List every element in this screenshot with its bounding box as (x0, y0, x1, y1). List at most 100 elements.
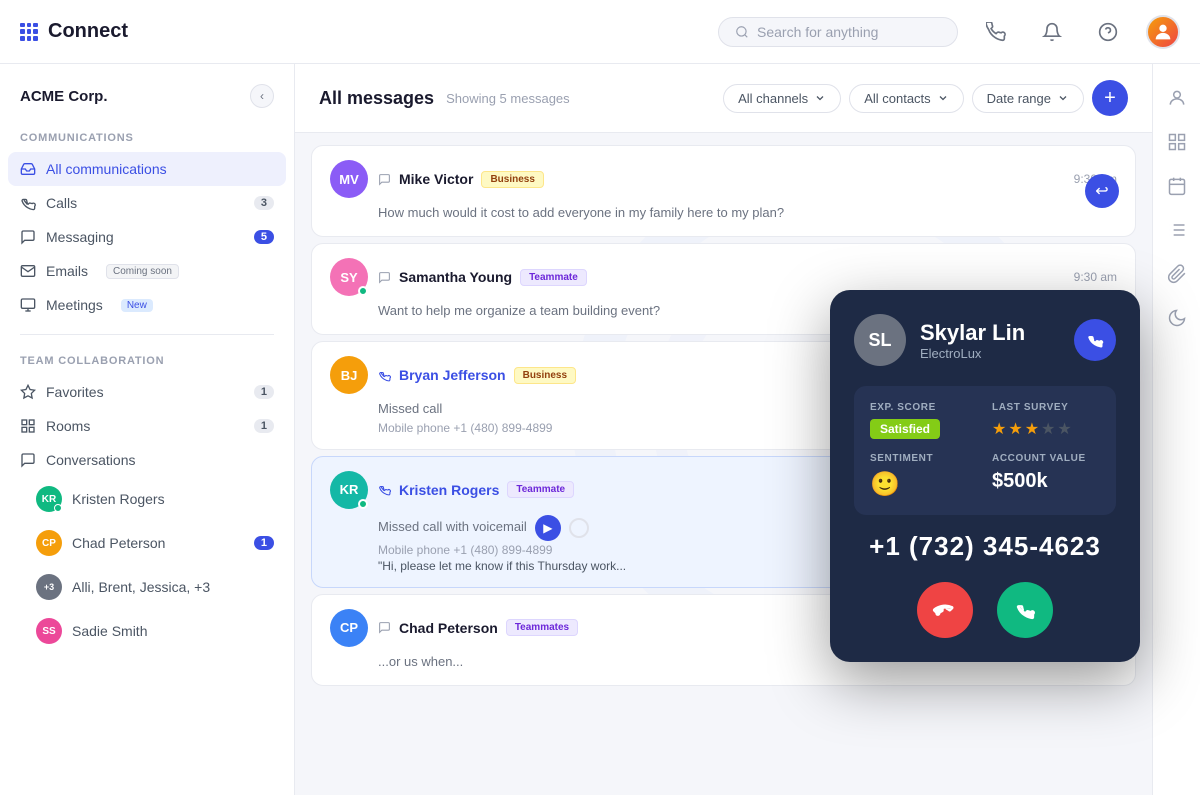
sidebar-item-rooms[interactable]: Rooms 1 (0, 409, 294, 443)
accept-call-button[interactable] (997, 582, 1053, 638)
mike-victor-name: Mike Victor Business (378, 171, 544, 188)
sidebar-item-meetings[interactable]: Meetings New (0, 288, 294, 322)
calls-badge: 3 (254, 196, 274, 210)
meetings-label: Meetings (46, 297, 103, 313)
sidebar-conversations-header: Conversations (0, 443, 294, 477)
sadie-label: Sadie Smith (72, 623, 147, 639)
chad-msg-name: Chad Peterson Teammates (378, 619, 578, 636)
call-popup-info: Skylar Lin ElectroLux (920, 320, 1025, 361)
app-title: Connect (48, 20, 128, 43)
message-channel-icon2 (378, 271, 391, 284)
filter-all-channels-label: All channels (738, 91, 808, 106)
bell-icon-btn[interactable] (1034, 14, 1070, 50)
filter-all-channels[interactable]: All channels (723, 84, 841, 113)
chad-tag: Teammates (506, 619, 578, 636)
samantha-time: 9:30 am (1074, 270, 1117, 284)
call-actions (854, 582, 1116, 638)
conversations-label: Conversations (46, 452, 136, 468)
chevron-down-icon3 (1057, 92, 1069, 104)
help-icon-btn[interactable] (1090, 14, 1126, 50)
samantha-tag: Teammate (520, 269, 587, 286)
rail-person-icon[interactable] (1159, 80, 1195, 116)
icon-rail (1152, 64, 1200, 795)
online-dot (358, 286, 368, 296)
search-bar[interactable]: Search for anything (718, 17, 958, 47)
star-rating: ★ ★ ★ ★ ★ (992, 419, 1100, 439)
calls-icon (20, 195, 36, 211)
meetings-badge: New (121, 299, 153, 312)
message-channel-icon3 (378, 621, 391, 634)
decline-call-button[interactable] (917, 582, 973, 638)
sidebar-conv-chad[interactable]: CP Chad Peterson 1 (0, 521, 294, 565)
kristen-body: Missed call with voicemail (378, 518, 527, 536)
message-card-mike-victor[interactable]: MV Mike Victor Business 9:30 am How much… (311, 145, 1136, 237)
messages-header: All messages Showing 5 messages All chan… (295, 64, 1152, 133)
filter-date-range-label: Date range (987, 91, 1051, 106)
call-popup: SL Skylar Lin ElectroLux EXP. SCORE Sati… (830, 290, 1140, 662)
sidebar-item-calls[interactable]: Calls 3 (0, 186, 294, 220)
bryan-name: Bryan Jefferson Business (378, 367, 576, 384)
sidebar-item-all-communications[interactable]: All communications (8, 152, 286, 186)
add-button[interactable]: + (1092, 80, 1128, 116)
sidebar-divider (20, 334, 274, 335)
group-avatar: +3 (36, 574, 62, 600)
call-popup-name: Skylar Lin (920, 320, 1025, 346)
topnav-icons (978, 14, 1180, 50)
company-name: ACME Corp. (20, 88, 108, 105)
account-value: $500k (992, 470, 1048, 492)
exp-score-value: Satisfied (870, 419, 940, 439)
filter-all-contacts[interactable]: All contacts (849, 84, 963, 113)
phone-icon-btn[interactable] (978, 14, 1014, 50)
messaging-label: Messaging (46, 229, 114, 245)
rail-paperclip-icon[interactable] (1159, 256, 1195, 292)
sentiment-label: SENTIMENT (870, 453, 978, 464)
logo: Connect (20, 20, 128, 43)
account-value-label: ACCOUNT VALUE (992, 453, 1100, 464)
rail-calendar-icon[interactable] (1159, 168, 1195, 204)
conversations-icon (20, 452, 36, 468)
messaging-icon (20, 229, 36, 245)
play-button[interactable]: ▶ (535, 515, 561, 541)
last-survey-block: LAST SURVEY ★ ★ ★ ★ ★ (992, 402, 1100, 439)
mike-victor-tag: Business (481, 171, 543, 188)
emails-badge-label: Coming soon (106, 264, 179, 279)
reply-button[interactable]: ↩ (1085, 174, 1119, 208)
sidebar-conv-kristen[interactable]: KR Kristen Rogers (0, 477, 294, 521)
messaging-badge: 5 (254, 230, 274, 244)
inbox-icon (20, 161, 36, 177)
kristen-avatar-wrapper: KR (330, 471, 368, 509)
samantha-avatar-wrapper: SY (330, 258, 368, 296)
sidebar-conv-sadie[interactable]: SS Sadie Smith (0, 609, 294, 653)
grid-icon (20, 23, 38, 41)
sadie-avatar: SS (36, 618, 62, 644)
rail-moon-icon[interactable] (1159, 300, 1195, 336)
group-label: Alli, Brent, Jessica, +3 (72, 579, 210, 595)
rail-grid-icon[interactable] (1159, 124, 1195, 160)
filter-date-range[interactable]: Date range (972, 84, 1084, 113)
mike-victor-avatar: MV (330, 160, 368, 198)
rooms-label: Rooms (46, 418, 90, 434)
sidebar-item-messaging[interactable]: Messaging 5 (0, 220, 294, 254)
user-avatar[interactable] (1146, 15, 1180, 49)
last-survey-label: LAST SURVEY (992, 402, 1100, 413)
chevron-down-icon (814, 92, 826, 104)
sidebar-conv-group[interactable]: +3 Alli, Brent, Jessica, +3 (0, 565, 294, 609)
sidebar-item-favorites[interactable]: Favorites 1 (0, 375, 294, 409)
call-popup-stats: EXP. SCORE Satisfied LAST SURVEY ★ ★ ★ ★… (854, 386, 1116, 515)
message-channel-icon (378, 173, 391, 186)
rooms-icon (20, 418, 36, 434)
sidebar-collapse-btn[interactable]: ‹ (250, 84, 274, 108)
kristen-msg-name: Kristen Rogers Teammate (378, 481, 574, 498)
filter-group: All channels All contacts Date range + (723, 80, 1128, 116)
call-popup-phone-icon[interactable] (1074, 319, 1116, 361)
chad-avatar: CP (36, 530, 62, 556)
exp-score-label: EXP. SCORE (870, 402, 978, 413)
play-progress (569, 518, 589, 538)
call-popup-company: ElectroLux (920, 346, 1025, 361)
favorites-label: Favorites (46, 384, 104, 400)
chad-badge: 1 (254, 536, 274, 550)
sidebar-item-emails[interactable]: Emails Coming soon (0, 254, 294, 288)
rail-list-icon[interactable] (1159, 212, 1195, 248)
kristen-tag: Teammate (507, 481, 574, 498)
online-dot2 (358, 499, 368, 509)
